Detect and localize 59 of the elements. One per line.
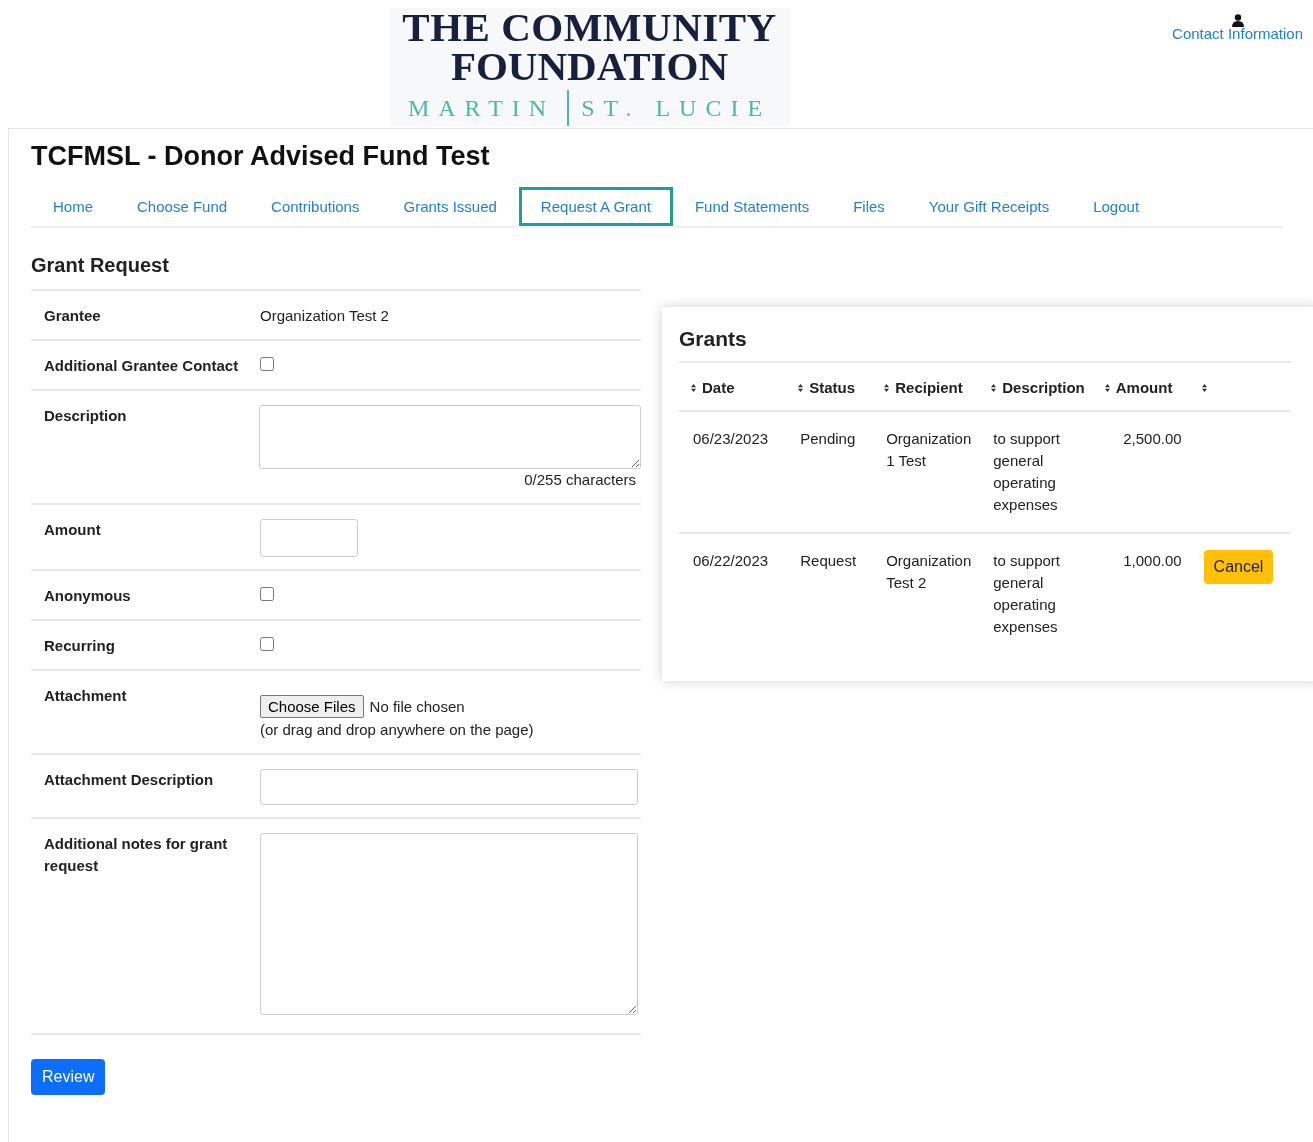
file-status: No file chosen bbox=[369, 696, 465, 717]
nav-tab[interactable]: Grants Issued bbox=[381, 186, 519, 226]
grantee-value: Organization Test 2 bbox=[260, 307, 389, 324]
cancel-button[interactable]: Cancel bbox=[1203, 550, 1274, 584]
column-header[interactable]: Recipient bbox=[872, 362, 980, 411]
table-cell: to support general operating expenses bbox=[993, 552, 1060, 635]
sort-icon bbox=[798, 384, 804, 392]
nav-tab[interactable]: Logout bbox=[1071, 186, 1162, 226]
field-label: Description bbox=[44, 406, 128, 426]
checkbox[interactable] bbox=[260, 587, 274, 601]
table-cell: 06/23/2023 bbox=[693, 430, 769, 447]
nav-tab[interactable]: Your Gift Receipts bbox=[906, 186, 1072, 226]
table-cell: 1,000.00 bbox=[1123, 552, 1182, 569]
table-cell: Pending bbox=[800, 430, 856, 447]
field-label: Grantee bbox=[44, 306, 102, 326]
attachment-description-field[interactable] bbox=[260, 769, 638, 805]
notes-field[interactable] bbox=[260, 833, 638, 1015]
person-icon bbox=[1231, 14, 1244, 27]
sort-icon bbox=[1201, 384, 1207, 392]
column-header[interactable]: Description bbox=[979, 362, 1093, 411]
column-header[interactable]: Status bbox=[786, 362, 873, 411]
column-header[interactable]: Date bbox=[679, 362, 787, 411]
nav-tab[interactable]: Fund Statements bbox=[672, 186, 832, 226]
checkbox[interactable] bbox=[260, 357, 274, 371]
field-label: Attachment Description bbox=[44, 770, 215, 790]
contact-information-link[interactable]: Contact Information bbox=[1172, 14, 1303, 42]
table-cell: to support general operating expenses bbox=[993, 430, 1060, 513]
sort-icon bbox=[884, 384, 890, 392]
field-label: Amount bbox=[44, 520, 102, 540]
table-cell: Organization Test 2 bbox=[886, 552, 972, 591]
table-cell: Request bbox=[800, 552, 857, 569]
field-label: Attachment bbox=[44, 686, 128, 706]
grants-title: Grants bbox=[679, 327, 748, 351]
field-label: Additional notes for grant request bbox=[44, 834, 229, 876]
character-counter: 0/255 characters bbox=[523, 470, 636, 490]
sort-icon bbox=[691, 384, 696, 392]
nav-tab[interactable]: Files bbox=[831, 186, 907, 226]
description-field[interactable] bbox=[259, 405, 641, 469]
amount-field[interactable] bbox=[260, 519, 358, 557]
foundation-logo: THE COMMUNITY FOUNDATION MARTIN ST. LUCIE bbox=[389, 8, 790, 126]
form-title: Grant Request bbox=[31, 254, 170, 277]
review-button[interactable]: Review bbox=[31, 1059, 106, 1095]
drop-hint: (or drag and drop anywhere on the page) bbox=[260, 720, 535, 740]
nav-tab[interactable]: Home bbox=[31, 186, 115, 226]
sort-icon bbox=[991, 384, 997, 392]
table-cell: 2,500.00 bbox=[1123, 430, 1182, 447]
nav-tab[interactable]: Choose Fund bbox=[115, 186, 250, 226]
nav-tab[interactable]: Request A Grant bbox=[518, 186, 673, 226]
sort-icon bbox=[1104, 384, 1110, 392]
column-header[interactable]: Amount bbox=[1092, 362, 1190, 411]
field-label: Recurring bbox=[44, 636, 116, 656]
field-label: Anonymous bbox=[44, 586, 132, 606]
page-title: TCFMSL - Donor Advised Fund Test bbox=[31, 141, 491, 172]
table-cell: 06/22/2023 bbox=[693, 552, 769, 569]
table-cell: Organization 1 Test bbox=[886, 430, 972, 469]
checkbox[interactable] bbox=[260, 637, 274, 651]
choose-files-button[interactable]: Choose Files bbox=[260, 695, 364, 718]
nav-tab[interactable]: Contributions bbox=[249, 186, 382, 226]
field-label: Additional Grantee Contact bbox=[44, 356, 240, 376]
